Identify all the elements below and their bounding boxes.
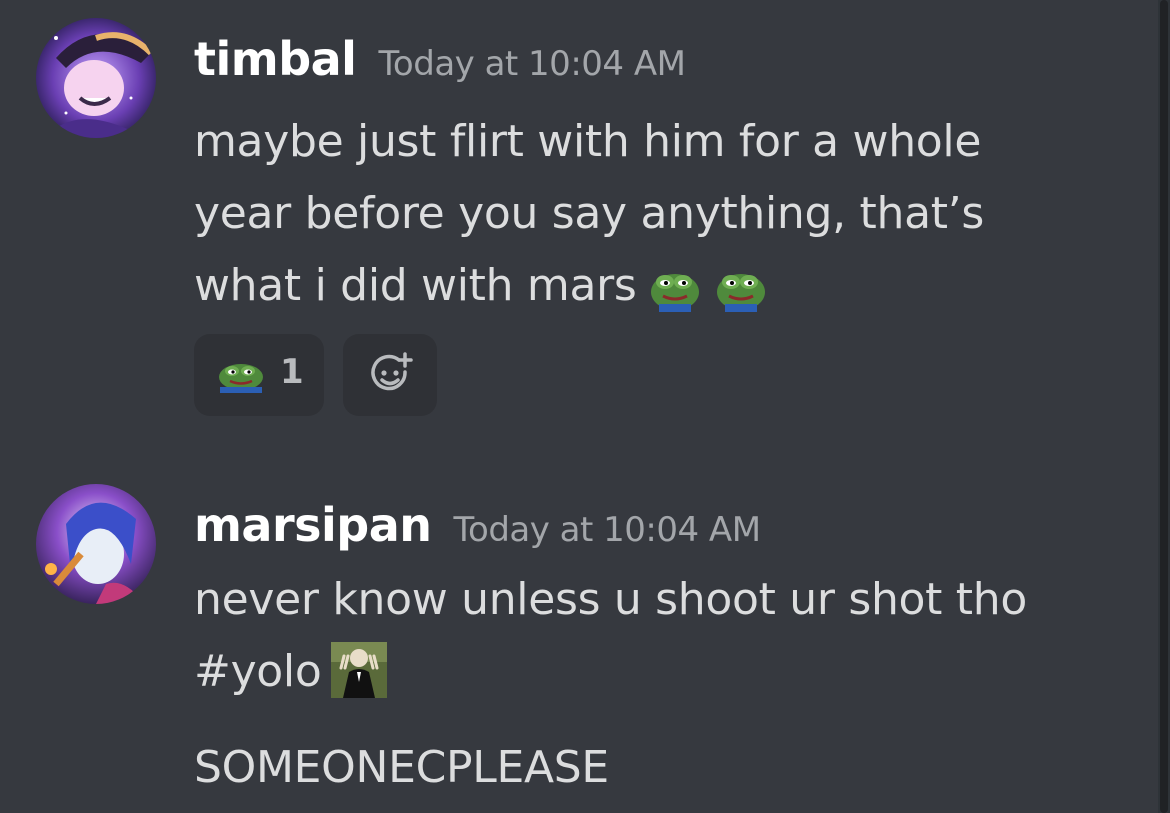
add-reaction-icon	[371, 352, 413, 391]
timestamp[interactable]: Today at 10:04 AM	[378, 44, 686, 84]
reactions-bar: 1	[194, 334, 438, 416]
message-line: never know unless u shoot ur shot tho	[194, 574, 1027, 625]
avatar[interactable]	[36, 484, 156, 604]
peace-sign-man-emoji[interactable]	[331, 642, 388, 720]
message-header: timbal Today at 10:04 AM	[194, 32, 686, 86]
scrollbar[interactable]	[1158, 0, 1170, 813]
pepe-hmm-emoji[interactable]	[713, 262, 769, 334]
message-line-with-emojis: what i did with mars	[194, 250, 1124, 334]
message-line: year before you say anything, that’s	[194, 188, 984, 239]
avatar[interactable]	[36, 18, 156, 138]
message-line-text: #yolo	[194, 646, 322, 697]
chat-view: timbal Today at 10:04 AM maybe just flirt…	[0, 0, 1170, 813]
message-line-text: what i did with mars	[194, 260, 637, 311]
line-spacer	[194, 720, 1124, 732]
message-line: SOMEONECPLEASE	[194, 742, 609, 793]
message-line-with-emoji: #yolo	[194, 636, 1124, 720]
add-reaction-button[interactable]	[343, 334, 438, 416]
message-line: maybe just flirt with him for a whole	[194, 116, 982, 167]
reaction-count: 1	[280, 352, 304, 392]
message-content: never know unless u shoot ur shot tho #y…	[194, 564, 1124, 804]
pepe-hmm-emoji[interactable]	[647, 262, 703, 334]
reaction-button[interactable]: 1	[194, 334, 324, 416]
username[interactable]: timbal	[194, 32, 357, 86]
message-header: marsipan Today at 10:04 AM	[194, 498, 761, 552]
username[interactable]: marsipan	[194, 498, 432, 552]
timestamp[interactable]: Today at 10:04 AM	[454, 510, 762, 550]
pepe-emoji	[219, 364, 263, 393]
scrollbar-thumb[interactable]	[1160, 0, 1168, 813]
message-content: maybe just flirt with him for a whole ye…	[194, 106, 1124, 334]
